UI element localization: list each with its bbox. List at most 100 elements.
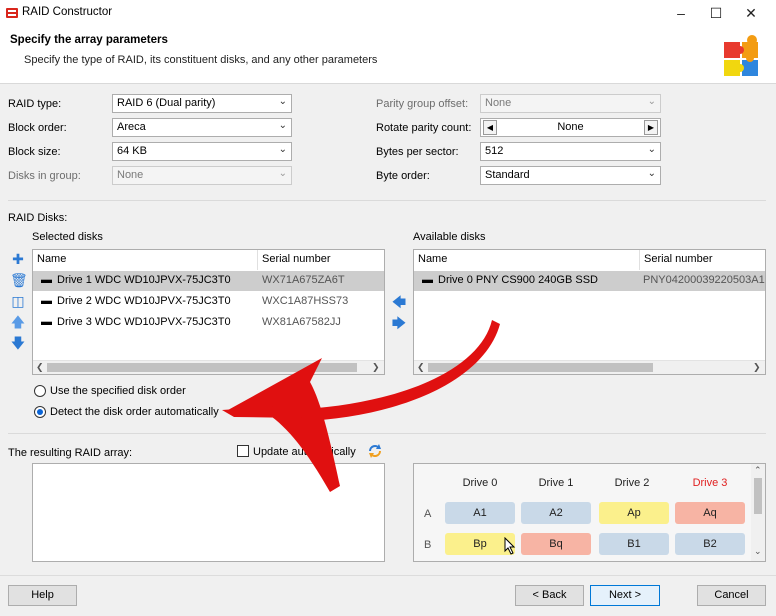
byte-order-select[interactable]: Standard ⌄	[480, 166, 661, 185]
spin-right-icon[interactable]: ▶	[644, 120, 658, 135]
column-header-name[interactable]: Name	[33, 250, 258, 270]
move-left-icon[interactable]: 🡄	[391, 294, 407, 310]
column-header-serial[interactable]: Serial number	[640, 250, 765, 270]
block-order-label: Block order:	[8, 122, 67, 134]
block-size-label: Block size:	[8, 146, 61, 158]
footer-divider	[0, 575, 776, 576]
selected-disks-label: Selected disks	[32, 231, 103, 243]
disk-icon: ▬	[41, 316, 52, 328]
chevron-down-icon: ⌄	[278, 120, 287, 131]
move-down-icon[interactable]: 🡇	[10, 335, 26, 351]
drive-header-3: Drive 3	[692, 477, 728, 489]
block-a1: A1	[445, 502, 515, 524]
page-title: Specify the array parameters	[10, 34, 168, 46]
page-subtitle: Specify the type of RAID, its constituen…	[24, 54, 378, 66]
spin-left-icon[interactable]: ◀	[483, 120, 497, 135]
disk-name: Drive 1 WDC WD10JPVX-75JC3T0	[57, 274, 231, 286]
bytes-per-sector-select[interactable]: 512 ⌄	[480, 142, 661, 161]
chevron-down-icon: ⌄	[278, 96, 287, 107]
add-disk-icon[interactable]: ✚	[10, 251, 26, 267]
app-icon	[6, 8, 18, 18]
maximize-icon[interactable]: ☐	[699, 0, 733, 26]
raid-type-select[interactable]: RAID 6 (Dual parity) ⌄	[112, 94, 292, 113]
block-bq: Bq	[521, 533, 591, 555]
disk-serial: WXC1A87HSS73	[262, 295, 349, 307]
disk-icon: ▬	[41, 295, 52, 307]
scroll-right-icon[interactable]: ❯	[753, 362, 761, 373]
bytes-per-sector-label: Bytes per sector:	[376, 146, 459, 158]
scroll-up-icon[interactable]: ⌃	[754, 465, 762, 476]
disks-in-group-select: None ⌄	[112, 166, 292, 185]
block-ap: Ap	[599, 502, 669, 524]
block-order-select[interactable]: Areca ⌄	[112, 118, 292, 137]
wizard-header: Specify the array parameters Specify the…	[0, 26, 776, 84]
disk-serial: WX71A675ZA6T	[262, 274, 345, 286]
disk-name: Drive 2 WDC WD10JPVX-75JC3T0	[57, 295, 231, 307]
title-bar: RAID Constructor – ☐ ✕	[0, 0, 776, 26]
chevron-down-icon: ⌄	[647, 168, 656, 179]
parity-group-offset-value: None	[485, 97, 512, 109]
raid-type-value: RAID 6 (Dual parity)	[117, 97, 216, 109]
available-disks-label: Available disks	[413, 231, 486, 243]
block-aq: Aq	[675, 502, 745, 524]
row-label-b: B	[424, 539, 432, 551]
raid-type-label: RAID type:	[8, 98, 62, 110]
block-b1: B1	[599, 533, 669, 555]
bytes-per-sector-value: 512	[485, 145, 504, 157]
auto-detect-order-radio[interactable]	[34, 406, 46, 418]
disk-icon: ▬	[41, 274, 52, 286]
block-a2: A2	[521, 502, 591, 524]
chevron-down-icon: ⌄	[647, 96, 656, 107]
back-button[interactable]: < Back	[515, 585, 584, 606]
disk-name: Drive 0 PNY CS900 240GB SSD	[438, 274, 598, 286]
close-icon[interactable]: ✕	[734, 0, 768, 26]
move-up-icon[interactable]: 🡅	[10, 314, 26, 330]
drive-header-2: Drive 2	[614, 477, 650, 489]
block-size-select[interactable]: 64 KB ⌄	[112, 142, 292, 161]
byte-order-value: Standard	[485, 169, 530, 181]
rotate-parity-count-value: None	[557, 121, 584, 133]
red-arrow-annotation	[222, 320, 500, 492]
drive-header-1: Drive 1	[538, 477, 574, 489]
raid-disks-label: RAID Disks:	[8, 212, 68, 224]
disks-in-group-value: None	[117, 169, 144, 181]
column-header-name[interactable]: Name	[414, 250, 640, 270]
chevron-down-icon: ⌄	[647, 144, 656, 155]
puzzle-pieces-icon	[724, 35, 758, 76]
table-row[interactable]: ▬ Drive 0 PNY CS900 240GB SSD PNY0420003…	[414, 271, 765, 291]
specified-order-label[interactable]: Use the specified disk order	[50, 385, 186, 397]
parity-group-offset-select: None ⌄	[480, 94, 661, 113]
row-label-a: A	[424, 508, 432, 520]
specified-order-radio[interactable]	[34, 385, 46, 397]
parity-group-offset-label: Parity group offset:	[376, 98, 469, 110]
disk-name: Drive 3 WDC WD10JPVX-75JC3T0	[57, 316, 231, 328]
block-size-value: 64 KB	[117, 145, 147, 157]
window-title: RAID Constructor	[22, 6, 113, 18]
byte-order-label: Byte order:	[376, 170, 430, 182]
cancel-button[interactable]: Cancel	[697, 585, 766, 606]
mouse-cursor-icon	[504, 537, 516, 555]
table-row[interactable]: ▬ Drive 2 WDC WD10JPVX-75JC3T0 WXC1A87HS…	[33, 292, 384, 312]
rotate-parity-count-spinner[interactable]: ◀ None ▶	[480, 118, 661, 137]
result-label: The resulting RAID array:	[8, 447, 133, 459]
chevron-down-icon: ⌄	[278, 168, 287, 179]
table-row[interactable]: ▬ Drive 1 WDC WD10JPVX-75JC3T0 WX71A675Z…	[33, 271, 384, 291]
delete-disk-icon[interactable]: 🗑	[10, 272, 28, 288]
disk-icon: ▬	[422, 274, 433, 286]
disk-properties-icon[interactable]: ◫	[10, 293, 26, 309]
column-header-serial[interactable]: Serial number	[258, 250, 384, 270]
auto-detect-order-label[interactable]: Detect the disk order automatically	[50, 406, 219, 418]
scrollbar-thumb[interactable]	[754, 478, 762, 514]
minimize-icon[interactable]: –	[664, 0, 698, 26]
block-b2: B2	[675, 533, 745, 555]
help-button[interactable]: Help	[8, 585, 77, 606]
scroll-left-icon[interactable]: ❮	[36, 362, 44, 373]
vertical-scrollbar[interactable]: ⌃ ⌄	[751, 464, 765, 561]
divider	[8, 200, 766, 201]
rotate-parity-count-label: Rotate parity count:	[376, 122, 472, 134]
scroll-down-icon[interactable]: ⌄	[754, 546, 762, 557]
disk-serial: PNY04200039220503A16	[643, 274, 766, 286]
chevron-down-icon: ⌄	[278, 144, 287, 155]
next-button[interactable]: Next >	[590, 585, 660, 606]
block-order-value: Areca	[117, 121, 146, 133]
